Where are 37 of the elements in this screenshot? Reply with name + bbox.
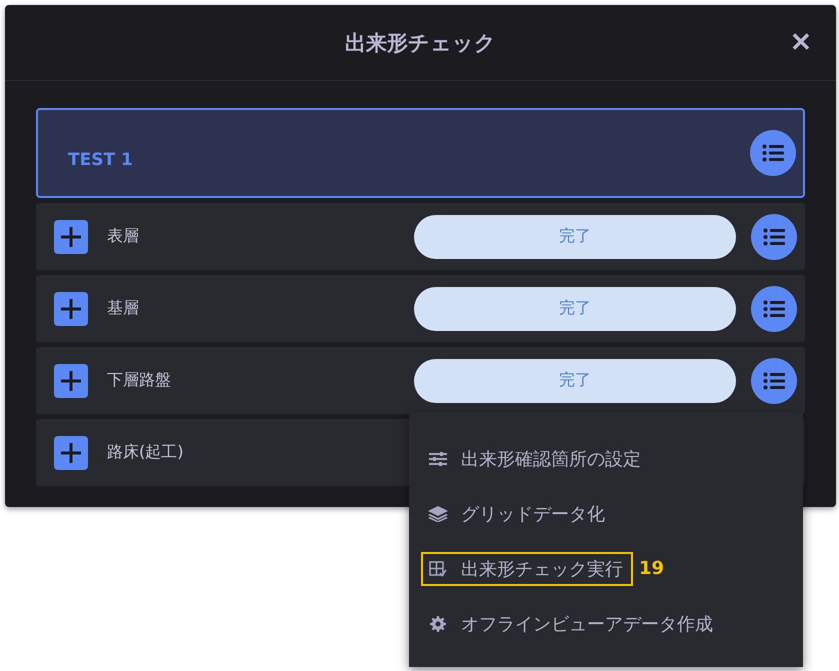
grid-check-icon	[429, 560, 447, 576]
group-name: TEST 1	[68, 149, 134, 170]
layers-icon	[428, 506, 448, 522]
plus-icon	[61, 226, 81, 246]
list-icon	[762, 144, 784, 162]
menu-item-label: オフラインビューアデータ作成	[461, 612, 713, 636]
layer-name: 路床(起工)	[107, 442, 184, 463]
layer-name: 表層	[107, 226, 139, 247]
menu-item[interactable]: 出来形チェック実行	[421, 552, 633, 586]
menu-item[interactable]: オフラインビューアデータ作成	[421, 606, 723, 640]
add-button[interactable]	[54, 436, 88, 470]
callout-number: 19	[639, 558, 664, 579]
close-button[interactable]: ✕	[790, 27, 812, 58]
gear-icon	[430, 616, 446, 632]
menu-item-label: 出来形チェック実行	[461, 558, 623, 580]
list-icon	[763, 300, 785, 318]
add-button[interactable]	[54, 292, 88, 326]
menu-item[interactable]: グリッドデータ化	[421, 496, 615, 530]
menu-item[interactable]: 出来形確認箇所の設定	[421, 442, 651, 476]
dialog-title: 出来形チェック	[345, 30, 496, 56]
layer-name: 基層	[107, 298, 139, 319]
list-icon	[763, 372, 785, 390]
menu-item-label: グリッドデータ化	[461, 502, 605, 526]
list-button[interactable]	[751, 286, 797, 332]
add-button[interactable]	[54, 364, 88, 398]
menu-item-label: 出来形確認箇所の設定	[461, 448, 641, 470]
group-header[interactable]: TEST 1	[36, 108, 805, 198]
plus-icon	[61, 442, 81, 462]
list-button[interactable]	[750, 130, 796, 176]
list-button[interactable]	[751, 358, 797, 404]
add-button[interactable]	[54, 220, 88, 254]
list-button[interactable]	[751, 214, 797, 260]
sliders-icon	[429, 452, 447, 466]
list-icon	[763, 228, 785, 246]
layer-name: 下層路盤	[107, 370, 171, 391]
plus-icon	[61, 298, 81, 318]
plus-icon	[61, 370, 81, 390]
